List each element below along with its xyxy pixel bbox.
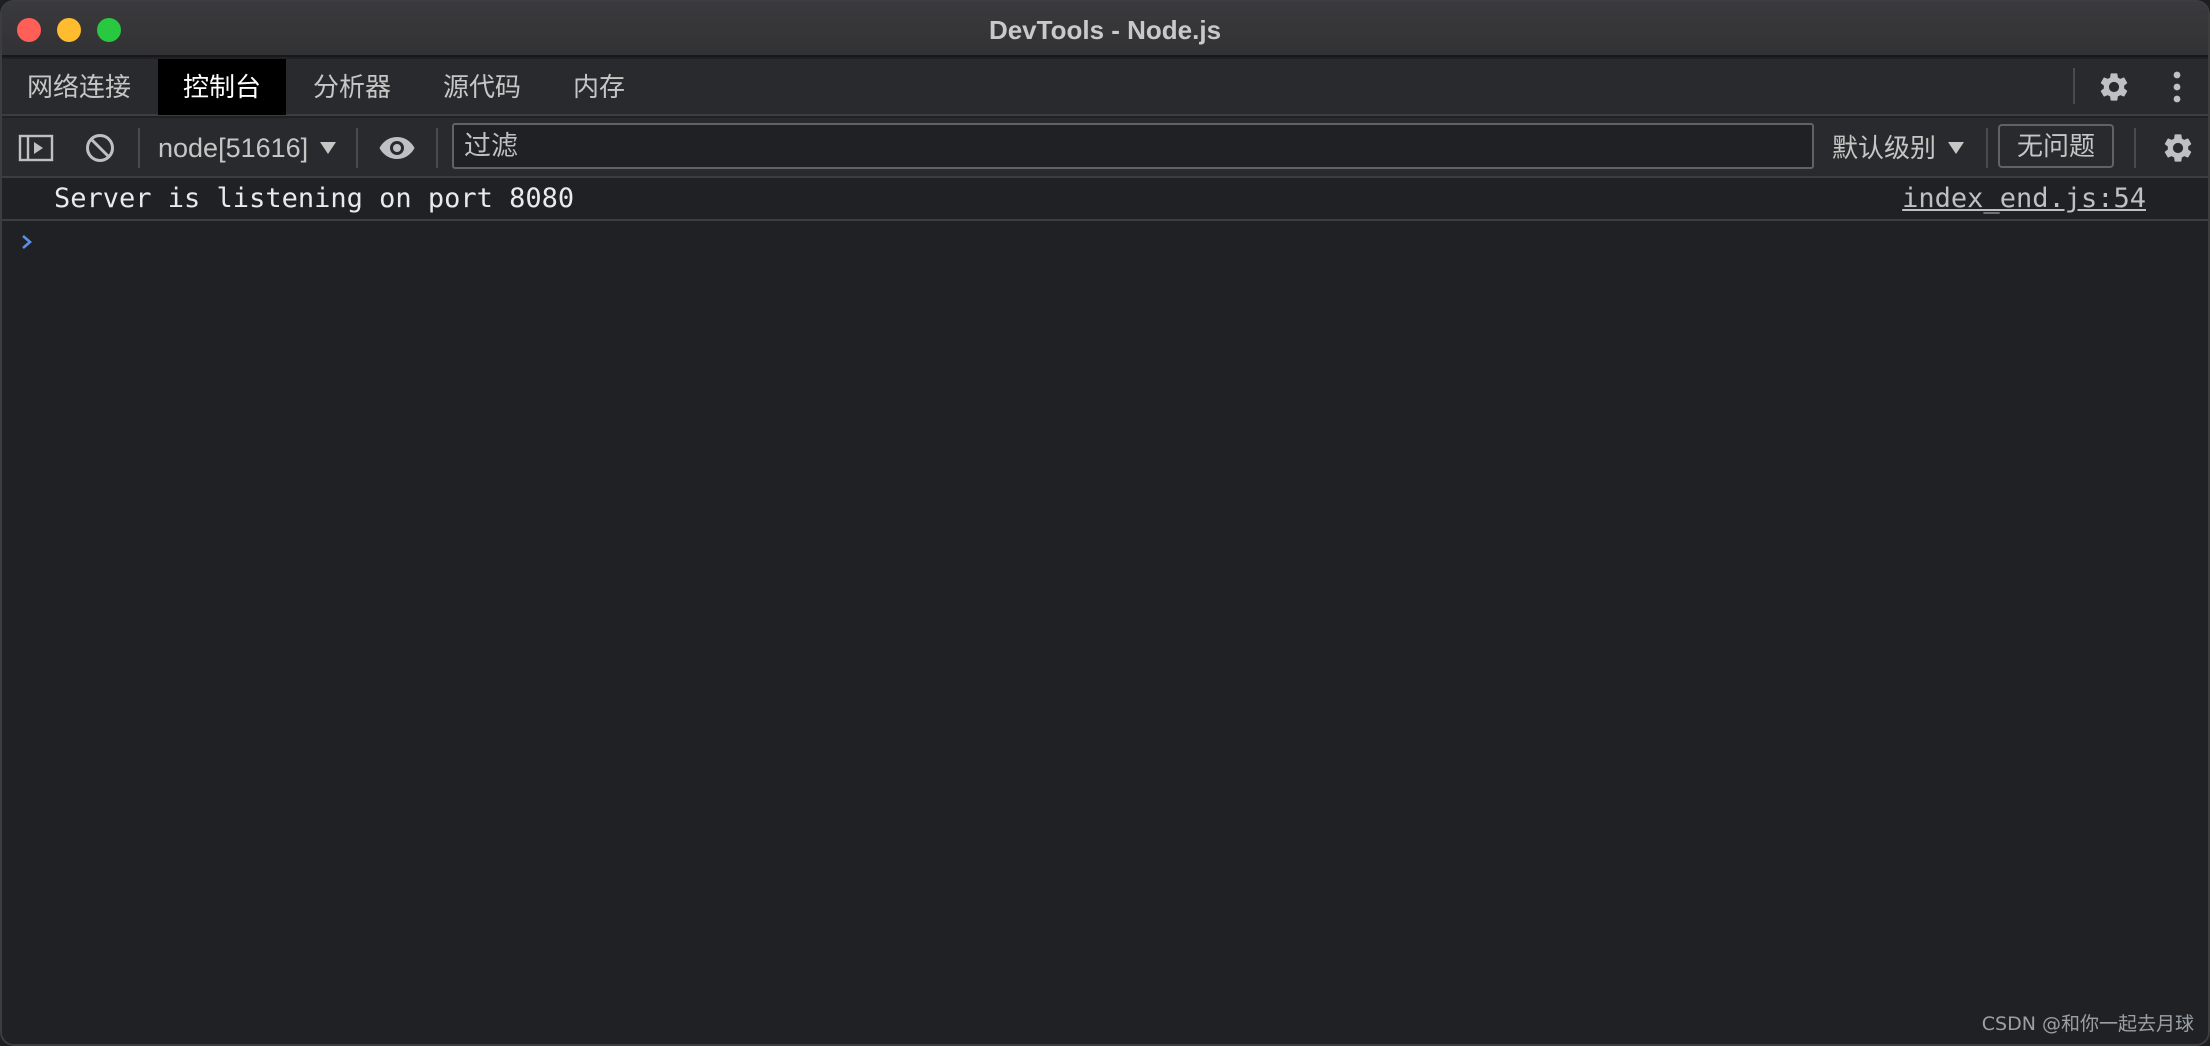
console-settings-button[interactable] <box>2158 128 2198 168</box>
context-selector[interactable]: node[51616] <box>158 118 337 178</box>
toolbar-separator <box>138 128 140 168</box>
devtools-window: DevTools - Node.js 网络连接 控制台 分析器 源代码 内存 n… <box>0 0 2210 1046</box>
console-output[interactable]: Server is listening on port 8080 index_e… <box>2 179 2208 1044</box>
gear-icon <box>2100 73 2128 101</box>
gear-icon <box>2164 134 2192 162</box>
watermark-text: CSDN @和你一起去月球 <box>1981 1013 2194 1035</box>
live-expression-button[interactable] <box>376 128 418 168</box>
chevron-down-icon <box>1948 142 1965 155</box>
title-bar: DevTools - Node.js <box>2 2 2208 57</box>
settings-button[interactable] <box>2094 67 2134 107</box>
clear-console-icon <box>86 134 114 162</box>
tab-bar-divider <box>2073 68 2075 104</box>
tab-console[interactable]: 控制台 <box>158 59 287 115</box>
sidebar-toggle-icon <box>18 134 54 162</box>
filter-input[interactable] <box>452 123 1814 169</box>
toolbar-separator <box>2134 128 2136 168</box>
issues-button[interactable]: 无问题 <box>1998 124 2114 168</box>
console-prompt[interactable] <box>2 225 2208 261</box>
eye-icon <box>379 137 415 159</box>
clear-console-button[interactable] <box>80 128 120 168</box>
more-options-button[interactable] <box>2162 67 2192 107</box>
toolbar-separator <box>1986 128 1988 168</box>
console-message-text: Server is listening on port 8080 <box>54 183 575 214</box>
tab-profiler[interactable]: 分析器 <box>288 59 416 115</box>
console-message-source-link[interactable]: index_end.js:54 <box>1902 183 2146 214</box>
toolbar-separator <box>436 128 438 168</box>
window-title: DevTools - Node.js <box>988 15 1222 45</box>
panel-tab-bar: 网络连接 控制台 分析器 源代码 内存 <box>2 59 2208 116</box>
sidebar-toggle-button[interactable] <box>16 128 56 168</box>
prompt-chevron-icon <box>22 235 32 249</box>
log-level-value: 默认级别 <box>1832 133 1937 163</box>
log-level-selector[interactable]: 默认级别 <box>1832 118 1965 178</box>
console-toolbar: node[51616] 默认级别 无问题 <box>2 118 2208 178</box>
context-selector-value: node[51616] <box>158 133 309 163</box>
tab-sources[interactable]: 源代码 <box>418 59 546 115</box>
chevron-down-icon <box>320 141 337 154</box>
tab-memory[interactable]: 内存 <box>548 59 650 115</box>
tab-network[interactable]: 网络连接 <box>2 59 156 115</box>
toolbar-separator <box>356 128 358 168</box>
console-message-row: Server is listening on port 8080 index_e… <box>2 179 2208 221</box>
more-vertical-icon <box>2173 71 2181 103</box>
